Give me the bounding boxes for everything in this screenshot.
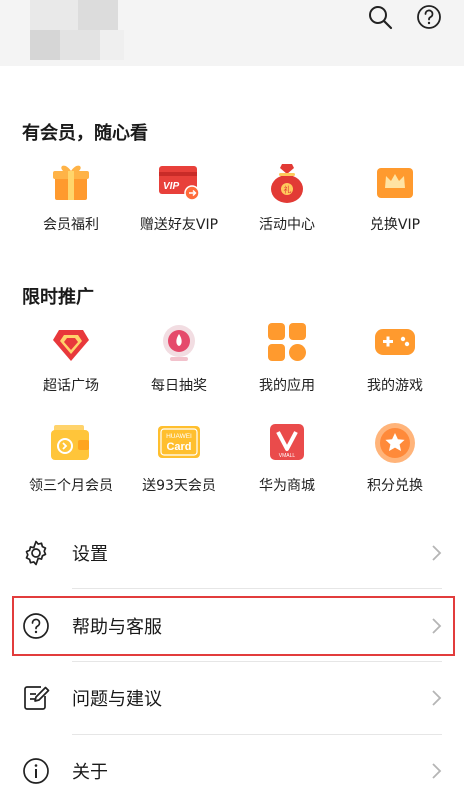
gift-icon bbox=[53, 165, 89, 200]
grid-item-activity-center[interactable]: 礼 活动中心 bbox=[229, 160, 345, 250]
info-circle-icon bbox=[23, 758, 49, 784]
blurred-avatar[interactable] bbox=[30, 0, 130, 64]
chevron-right-icon bbox=[432, 618, 442, 634]
grid-item-label: 每日抽奖 bbox=[151, 378, 207, 394]
chevron-right-icon bbox=[432, 690, 442, 706]
help-customer-service-row[interactable]: 帮助与客服 bbox=[0, 590, 464, 662]
divider bbox=[72, 588, 442, 589]
chevron-right-icon bbox=[432, 763, 442, 779]
svg-text:礼: 礼 bbox=[284, 185, 292, 195]
membership-section-title: 有会员，随心看 bbox=[22, 123, 148, 144]
grid-item-93-day-member[interactable]: HUAWEI Card 送93天会员 bbox=[121, 421, 237, 511]
grid-item-label: 兑换VIP bbox=[369, 217, 421, 233]
grid-item-three-month-member[interactable]: 领三个月会员 bbox=[13, 421, 129, 511]
feedback-edit-icon bbox=[24, 686, 50, 710]
lottery-icon bbox=[163, 325, 195, 361]
settings-row[interactable]: 设置 bbox=[0, 517, 464, 589]
crown-icon bbox=[377, 168, 413, 198]
apps-icon bbox=[268, 323, 306, 361]
grid-item-label: 会员福利 bbox=[43, 217, 99, 233]
row-label: 帮助与客服 bbox=[72, 617, 162, 638]
row-label: 设置 bbox=[72, 544, 108, 565]
profile-header bbox=[0, 0, 464, 66]
vip-card-icon: VIP bbox=[159, 166, 200, 201]
grid-item-label: 我的应用 bbox=[259, 378, 315, 394]
grid-item-my-games[interactable]: 我的游戏 bbox=[337, 321, 453, 411]
about-row[interactable]: 关于 bbox=[0, 735, 464, 800]
svg-text:VIP: VIP bbox=[163, 181, 179, 192]
vmall-text: VMALL bbox=[279, 453, 296, 459]
grid-item-points-exchange[interactable]: 积分兑换 bbox=[337, 421, 453, 511]
grid-item-label: 赠送好友VIP bbox=[139, 217, 219, 233]
promo-section-title: 限时推广 bbox=[22, 287, 94, 308]
row-label: 关于 bbox=[72, 762, 108, 783]
grid-item-my-apps[interactable]: 我的应用 bbox=[229, 321, 345, 411]
feedback-row[interactable]: 问题与建议 bbox=[0, 662, 464, 734]
gear-icon bbox=[25, 540, 47, 566]
grid-item-gift-vip[interactable]: VIP 赠送好友VIP bbox=[121, 160, 237, 250]
lucky-bag-icon: 礼 bbox=[271, 164, 303, 203]
grid-item-super-topic[interactable]: 超话广场 bbox=[13, 321, 129, 411]
chevron-right-icon bbox=[432, 545, 442, 561]
vmall-icon: VMALL bbox=[270, 424, 304, 460]
grid-item-member-benefits[interactable]: 会员福利 bbox=[13, 160, 129, 250]
card-text: Card bbox=[166, 441, 191, 453]
star-points-icon bbox=[375, 423, 415, 463]
huawei-card-icon: HUAWEI Card bbox=[158, 426, 200, 458]
grid-item-label: 领三个月会员 bbox=[29, 478, 113, 494]
question-circle-icon bbox=[23, 613, 49, 639]
huawei-brand-text: HUAWEI bbox=[166, 433, 192, 440]
grid-item-daily-lottery[interactable]: 每日抽奖 bbox=[121, 321, 237, 411]
search-icon[interactable] bbox=[367, 4, 393, 30]
gamepad-icon bbox=[375, 329, 415, 355]
grid-item-label: 积分兑换 bbox=[367, 478, 423, 494]
grid-item-label: 我的游戏 bbox=[367, 378, 423, 394]
wallet-icon bbox=[51, 425, 89, 460]
grid-item-redeem-vip[interactable]: 兑换VIP bbox=[337, 160, 453, 250]
grid-item-label: 活动中心 bbox=[259, 217, 315, 233]
grid-item-label: 华为商城 bbox=[259, 478, 315, 494]
grid-item-huawei-mall[interactable]: VMALL 华为商城 bbox=[229, 421, 345, 511]
grid-item-label: 送93天会员 bbox=[142, 478, 216, 494]
row-label: 问题与建议 bbox=[72, 689, 162, 710]
help-icon[interactable] bbox=[416, 4, 442, 30]
grid-item-label: 超话广场 bbox=[43, 378, 99, 394]
diamond-heart-icon bbox=[53, 330, 89, 361]
